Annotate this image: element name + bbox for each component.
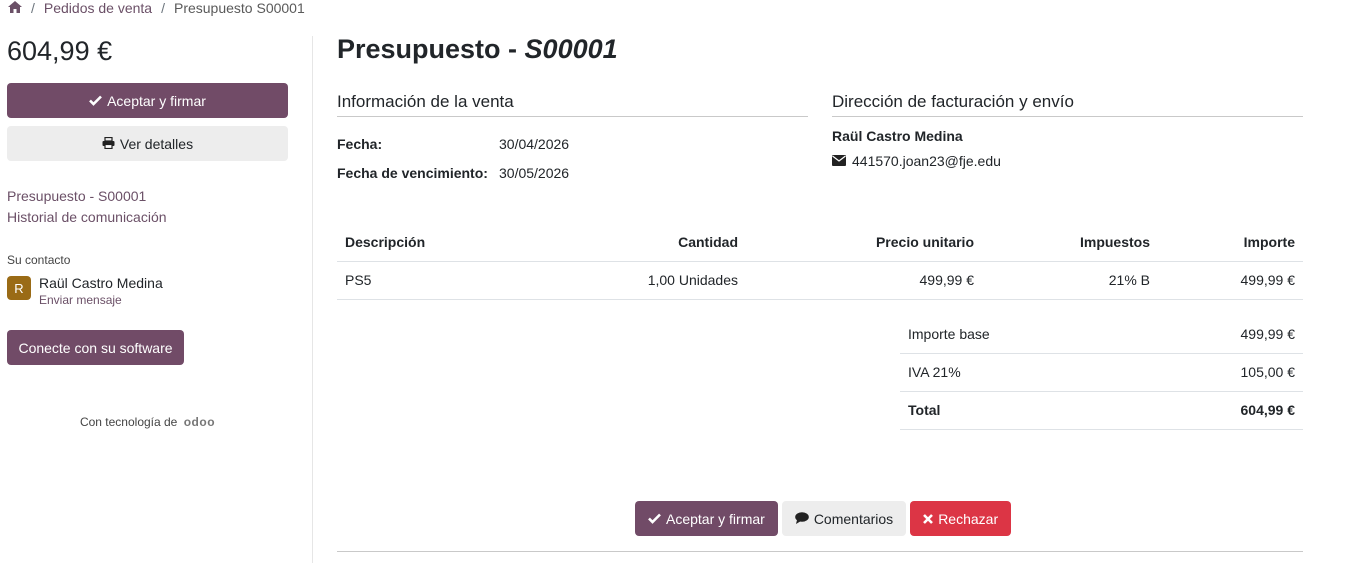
expiry-value: 30/05/2026 [499,165,570,181]
total-value: 604,99 € [1134,391,1303,430]
envelope-icon [832,153,846,169]
odoo-logo[interactable]: odoo [184,415,215,429]
breadcrumb: / Pedidos de venta / Presupuesto S00001 [8,0,305,16]
contact-name: Raül Castro Medina [39,275,163,291]
tax-label: IVA 21% [900,353,1135,392]
print-icon [102,136,115,152]
total-amount: 604,99 € [7,36,113,66]
col-unit-price: Precio unitario [746,224,982,262]
breadcrumb-sales-orders[interactable]: Pedidos de venta [44,0,152,16]
tax-value: 105,00 € [1134,353,1303,392]
cell-unit-price: 499,99 € [746,261,982,300]
title-prefix: Presupuesto - [337,34,525,64]
view-details-button[interactable]: Ver detalles [7,126,288,161]
accept-sign-button[interactable]: Aceptar y firmar [7,83,288,118]
col-quantity: Cantidad [567,224,746,262]
comments-button[interactable]: Comentarios [781,501,907,536]
totals-row-total: Total 604,99 € [900,391,1303,430]
reject-label: Rechazar [938,510,999,527]
breadcrumb-current: Presupuesto S00001 [173,0,305,16]
cell-amount: 499,99 € [1158,261,1303,300]
view-details-label: Ver detalles [119,135,194,152]
page-title: Presupuesto - S00001 [337,34,618,65]
date-value: 30/04/2026 [499,136,570,152]
cell-quantity: 1,00 Unidades [567,261,746,300]
check-icon [648,511,661,527]
col-taxes: Impuestos [982,224,1158,262]
billing-email-text: 441570.joan23@fje.edu [852,153,1001,169]
powered-by: Con tecnología de odoo [7,415,288,429]
bottom-divider [337,551,1303,552]
home-icon[interactable] [8,0,22,16]
table-row: PS5 1,00 Unidades 499,99 € 21% B 499,99 … [337,261,1303,300]
table-header-row: Descripción Cantidad Precio unitario Imp… [337,224,1303,262]
connect-software-button[interactable]: Conecte con su software [7,330,184,365]
cell-taxes: 21% B [982,261,1158,300]
main-content: Presupuesto - S00001 Información de la v… [337,0,1303,563]
close-icon [923,511,934,527]
billing-email: 441570.joan23@fje.edu [832,153,1001,169]
cell-description: PS5 [337,261,567,300]
reject-button[interactable]: Rechazar [910,501,1012,536]
bottom-accept-sign-button[interactable]: Aceptar y firmar [635,501,778,536]
address-heading: Dirección de facturación y envío [832,92,1303,117]
bottom-actions: Aceptar y firmar Comentarios Rechazar [635,501,1012,536]
expiry-label: Fecha de vencimiento: [337,165,488,181]
check-icon [89,93,103,109]
order-lines-table: Descripción Cantidad Precio unitario Imp… [337,224,1303,300]
breadcrumb-separator: / [31,0,35,16]
powered-by-text: Con tecnología de [79,415,178,429]
totals-row-base: Importe base 499,99 € [900,315,1303,354]
col-amount: Importe [1158,224,1303,262]
contact-heading: Su contacto [7,253,71,267]
sidebar-divider [312,36,313,563]
base-label: Importe base [900,315,1135,354]
communication-history-link[interactable]: Historial de comunicación [7,209,167,225]
col-description: Descripción [337,224,567,262]
date-label: Fecha: [337,136,383,152]
comments-label: Comentarios [813,510,894,527]
accept-sign-label: Aceptar y firmar [107,92,206,109]
bottom-accept-sign-label: Aceptar y firmar [666,510,765,527]
title-reference: S00001 [524,34,618,64]
quote-link[interactable]: Presupuesto - S00001 [7,188,146,204]
total-label: Total [900,391,1135,430]
sale-info-heading: Información de la venta [337,92,808,117]
sidebar: 604,99 € Aceptar y firmar Ver detalles P… [7,32,288,429]
totals-table: Importe base 499,99 € IVA 21% 105,00 € T… [900,315,1303,430]
breadcrumb-separator: / [161,0,165,16]
send-message-link[interactable]: Enviar mensaje [39,293,122,307]
avatar: R [7,276,31,300]
comment-icon [795,511,809,527]
billing-name: Raül Castro Medina [832,128,963,144]
totals-row-tax: IVA 21% 105,00 € [900,353,1303,392]
base-value: 499,99 € [1134,315,1303,354]
